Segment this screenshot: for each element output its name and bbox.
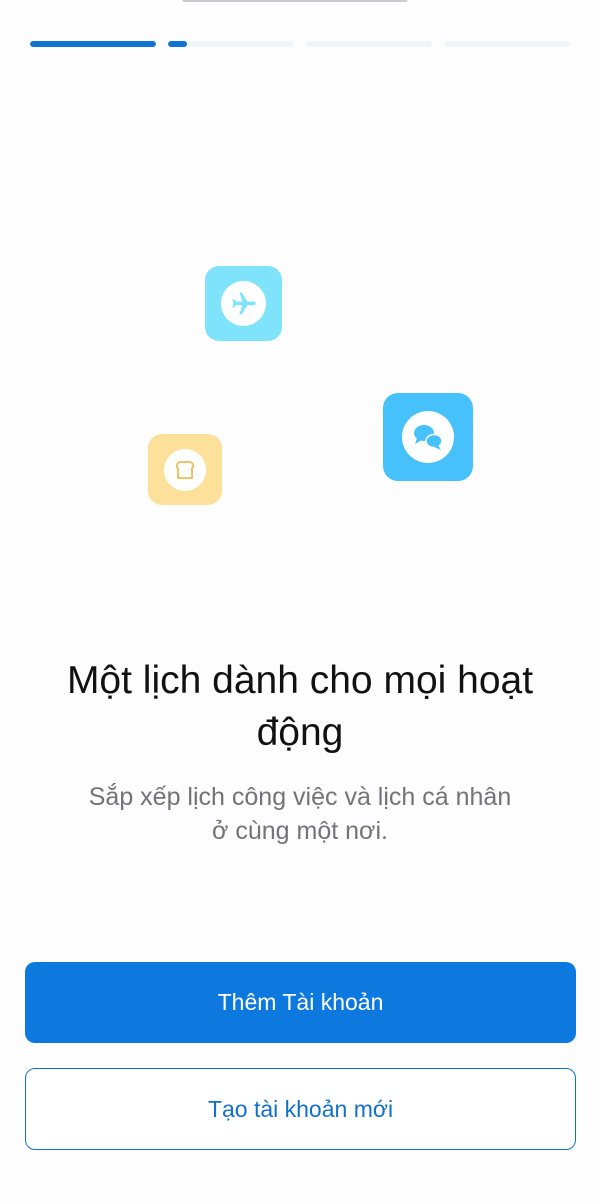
bread-toast-icon xyxy=(175,460,195,479)
travel-icon-circle xyxy=(221,281,266,326)
create-account-button[interactable]: Tạo tài khoản mới xyxy=(25,1068,576,1150)
travel-app-tile xyxy=(205,266,282,341)
progress-segment xyxy=(306,41,432,47)
food-icon-circle xyxy=(164,448,206,491)
chat-app-tile xyxy=(383,393,473,481)
onboarding-title: Một lịch dành cho mọi hoạt động xyxy=(66,659,534,754)
airplane-icon xyxy=(231,291,256,314)
food-app-tile xyxy=(148,434,222,505)
progress-fill xyxy=(30,41,156,47)
chat-icon-circle xyxy=(402,411,454,463)
progress-segment xyxy=(30,41,156,47)
onboarding-progress xyxy=(30,41,570,47)
onboarding-subtitle: Sắp xếp lịch công việc và lịch cá nhân ở… xyxy=(88,783,512,845)
top-handle xyxy=(182,0,408,2)
progress-fill xyxy=(168,41,187,47)
chat-bubbles-icon xyxy=(414,425,443,450)
add-account-button[interactable]: Thêm Tài khoản xyxy=(25,962,576,1043)
progress-segment xyxy=(168,41,294,47)
progress-segment xyxy=(444,41,570,47)
